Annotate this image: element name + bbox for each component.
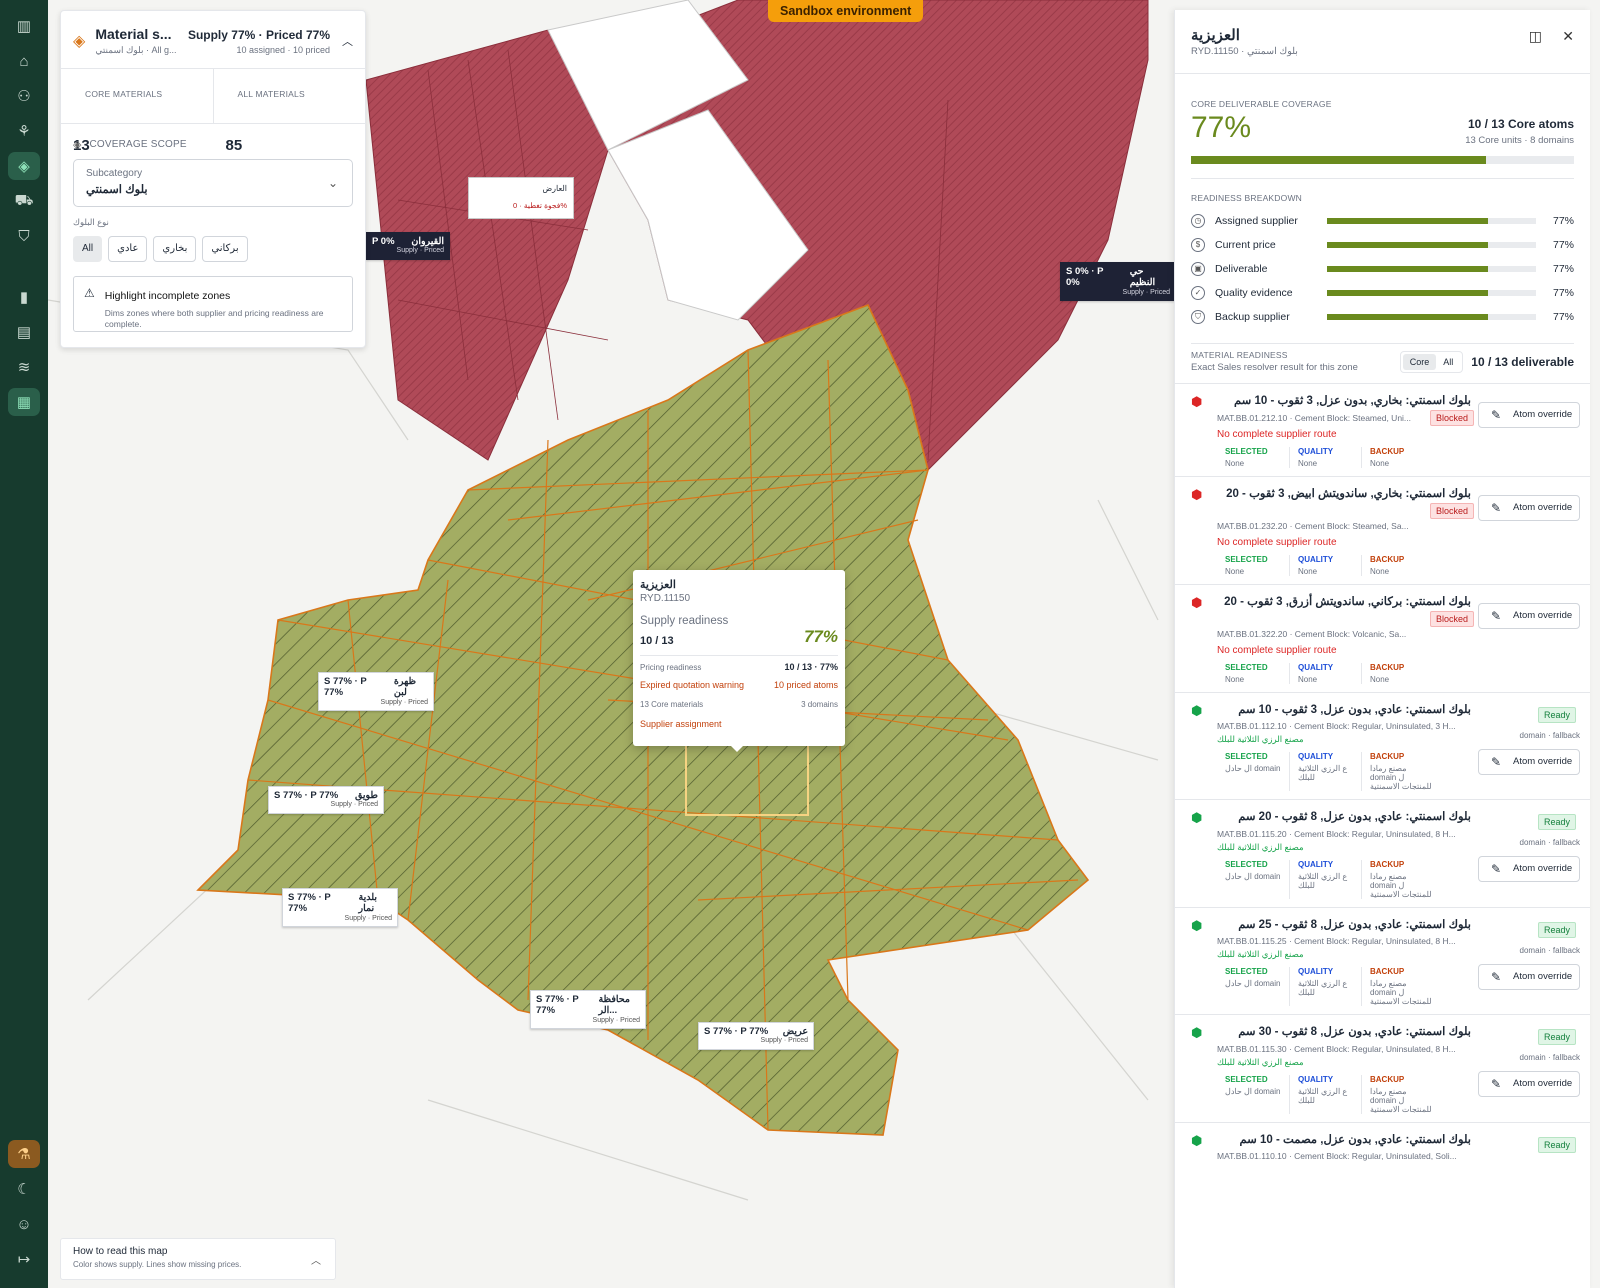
block-type-label: نوع البلوك	[73, 217, 109, 227]
chip-all[interactable]: All	[73, 236, 103, 262]
close-icon[interactable]: ✕	[1562, 28, 1574, 45]
map-legend-help[interactable]: How to read this map Color shows supply.…	[60, 1238, 336, 1280]
zone-label-alaredh[interactable]: العارض فجوة تغطية · 0%	[468, 177, 574, 219]
user-icon[interactable]: ☺	[8, 1210, 40, 1238]
material-item[interactable]: ⬢ بلوك اسمنتي: بخاري, بدون عزل, 3 ثقوب - …	[1175, 383, 1590, 476]
material-item[interactable]: ⬢ بلوك اسمنتي: عادي, بدون عزل, 8 ثقوب - 2…	[1175, 906, 1590, 1015]
side-rail: ▥ ⌂ ⚇ ⚘ ◈ ⛟ ⛉ ▮ ▤ ≋ ▦ ⚗ ☾ ☺ ↦	[0, 0, 48, 1288]
package-icon: ⬢	[1191, 594, 1203, 610]
material-item[interactable]: ⬢ بلوك اسمنتي: بخاري, ساندويتش ابيض, 3 ثق…	[1175, 475, 1590, 584]
status-badge: Ready	[1537, 814, 1576, 831]
readiness-row: ▣ Deliverable 77%	[1191, 257, 1574, 281]
moon-icon[interactable]: ☾	[8, 1175, 40, 1203]
network-icon[interactable]: ⚘	[8, 117, 40, 145]
chevron-up-icon[interactable]: ︿	[342, 33, 353, 49]
core-materials-stat: CORE MATERIALS 13	[73, 89, 163, 154]
zone-label-nadheem[interactable]: S 0% · P 0% حي النظيم Supply · Priced	[1060, 262, 1176, 302]
coverage-bar	[1191, 156, 1574, 164]
chart-icon[interactable]: ▮	[8, 283, 40, 311]
zone-detail-panel: العزيزية RYD.11150 · بلوك اسمنتي ◫ ✕ COR…	[1174, 10, 1590, 1288]
zone-label-tuwaiq[interactable]: S 77% · P 77% طويق Supply · Priced	[268, 786, 384, 814]
package-icon: ⬢	[1191, 702, 1203, 718]
layers-icon: ◈	[73, 32, 86, 50]
package-icon: ⬢	[1191, 1132, 1203, 1148]
material-item[interactable]: ⬢ بلوك اسمنتي: عادي, بدون عزل, 8 ثقوب - 2…	[1175, 799, 1590, 907]
shield-check-icon: ✓	[1191, 286, 1205, 300]
cart-icon[interactable]: ⛟	[8, 187, 40, 215]
atom-override-button[interactable]: Atom override	[1478, 748, 1580, 775]
atom-override-button[interactable]: Atom override	[1478, 494, 1580, 521]
material-item[interactable]: ⬢ بلوك اسمنتي: عادي, بدون عزل, 3 ثقوب - 1…	[1175, 691, 1590, 800]
logout-icon[interactable]: ↦	[8, 1245, 40, 1273]
package-icon: ⬢	[1191, 810, 1203, 826]
status-badge: Ready	[1537, 1029, 1576, 1046]
status-badge: Blocked	[1429, 502, 1474, 519]
box-icon: ▣	[1191, 262, 1205, 276]
core-all-toggle[interactable]: Core All	[1399, 350, 1464, 373]
coverage-scope-label: COVERAGE SCOPE	[89, 139, 187, 150]
shield-icon: ⛉	[1191, 310, 1205, 324]
lab-icon[interactable]: ⚗	[8, 1140, 40, 1168]
material-item[interactable]: ⬢ بلوك اسمنتي: عادي, بدون عزل, مصمت - 10 …	[1175, 1121, 1590, 1170]
home-icon[interactable]: ⌂	[8, 47, 40, 75]
zone-label-governorate[interactable]: S 77% · P 77% محافظة الر... Supply · Price…	[530, 990, 646, 1030]
material-item[interactable]: ⬢ بلوك اسمنتي: بركاني, ساندويتش أزرق, 3 ث…	[1175, 583, 1590, 692]
package-icon: ⬢	[1191, 486, 1203, 502]
material-item[interactable]: ⬢ بلوك اسمنتي: عادي, بدون عزل, 8 ثقوب - 3…	[1175, 1014, 1590, 1122]
map-icon[interactable]: ▦	[8, 388, 40, 416]
shield-icon[interactable]: ⛉	[8, 222, 40, 250]
zone-label-uraidh[interactable]: S 77% · P 77% عريض Supply · Priced	[698, 1022, 814, 1050]
dollar-icon: $	[1191, 238, 1205, 252]
zone-label-nammar[interactable]: S 77% · P 77% بلدية نمار Supply · Priced	[282, 888, 398, 928]
atom-override-button[interactable]: Atom override	[1478, 856, 1580, 883]
package-icon: ⬢	[1191, 394, 1203, 409]
card-title: Material s...	[95, 25, 172, 42]
status-badge: Ready	[1537, 706, 1576, 723]
sandbox-badge: Sandbox environment	[768, 0, 924, 22]
chip-volcanic[interactable]: بركاني	[202, 236, 248, 262]
all-materials-stat: ALL MATERIALS 85	[212, 69, 366, 154]
warning-icon: ⚠	[84, 286, 95, 300]
readiness-row: ⛉ Backup supplier 77%	[1191, 305, 1574, 329]
status-badge: Blocked	[1429, 610, 1474, 627]
atom-override-button[interactable]: Atom override	[1478, 963, 1580, 990]
panel-title: العزيزية	[1191, 27, 1240, 44]
status-badge: Ready	[1537, 1136, 1576, 1153]
zone-popup: العزيزية RYD.11150 Supply readiness 10 /…	[633, 570, 845, 752]
chevron-down-icon: ⌄	[327, 176, 338, 190]
selected-zone-outline[interactable]	[685, 738, 809, 816]
status-badge: Blocked	[1429, 410, 1474, 426]
readiness-row: ✓ Quality evidence 77%	[1191, 281, 1574, 305]
package-icon: ⬢	[1191, 1025, 1203, 1041]
collapse-panel-icon[interactable]: ◫	[1529, 28, 1542, 45]
stack-icon[interactable]: ≋	[8, 353, 40, 381]
chip-regular[interactable]: عادي	[108, 236, 148, 262]
layers-icon: ◈	[73, 139, 82, 151]
highlight-incomplete-toggle[interactable]: ⚠ Highlight incomplete zones Dims zones w…	[73, 276, 353, 332]
handshake-icon[interactable]: ⚇	[8, 82, 40, 110]
zone-label-qairawan[interactable]: P 0% القيروان Supply · Priced	[366, 232, 450, 260]
material-summary-card: ◈ Material s... Supply 77% · Priced 77% …	[60, 10, 366, 348]
subcategory-select[interactable]: Subcategory بلوك اسمنتي ⌄	[73, 159, 353, 207]
sidebar-toggle-icon[interactable]: ▥	[8, 12, 40, 40]
atom-override-button[interactable]: Atom override	[1478, 402, 1580, 428]
status-badge: Ready	[1537, 921, 1576, 938]
chevron-up-icon: ︿	[311, 1256, 321, 1267]
clock-icon: ◷	[1191, 214, 1205, 228]
building-icon[interactable]: ▤	[8, 318, 40, 346]
layers-icon[interactable]: ◈	[8, 152, 40, 180]
readiness-row: ◷ Assigned supplier 77%	[1191, 209, 1574, 233]
package-icon: ⬢	[1191, 917, 1203, 933]
atom-override-button[interactable]: Atom override	[1478, 1071, 1580, 1098]
readiness-row: $ Current price 77%	[1191, 233, 1574, 257]
chip-steamed[interactable]: بخاري	[153, 236, 197, 262]
atom-override-button[interactable]: Atom override	[1478, 602, 1580, 629]
zone-label-dhahrat-laban[interactable]: S 77% · P 77% ظهرة لبن Supply · Priced	[318, 672, 434, 712]
